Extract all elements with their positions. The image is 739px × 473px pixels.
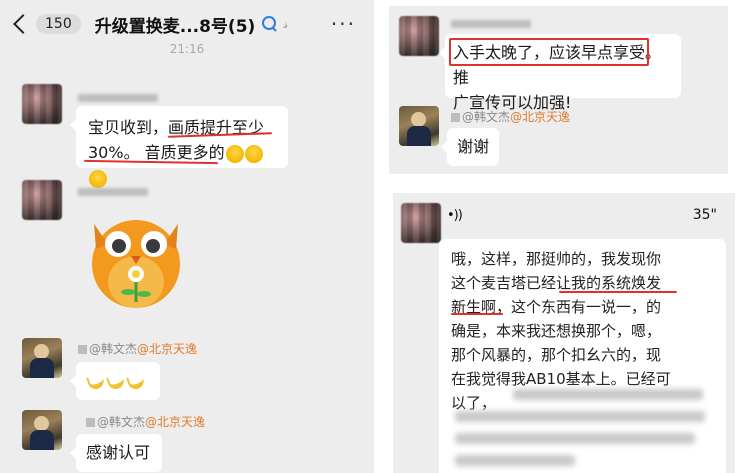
blurred-text (455, 411, 705, 422)
message-text: 感谢认可 (86, 443, 151, 462)
blurred-text (455, 455, 575, 466)
avatar[interactable] (401, 203, 441, 243)
sender-name: @韩文杰@北京天逸 (78, 340, 197, 357)
avatar[interactable] (22, 84, 62, 124)
sender-name: @韩文杰@北京天逸 (451, 108, 570, 125)
grin-emoji-icon (244, 144, 263, 163)
avatar[interactable] (399, 16, 439, 56)
chat-panel-top-right: 入手太晚了，应该早点享受。推 广宣传可以加强! @韩文杰@北京天逸 谢谢 (389, 6, 728, 174)
message-text: 推 (453, 68, 470, 87)
grin-emoji-icon (225, 144, 244, 163)
message-bubble[interactable]: 感谢认可 (70, 434, 162, 472)
more-options-button[interactable]: ··· (331, 12, 356, 36)
group-tag-icon (262, 16, 278, 32)
transcript-line: 哦，这样，那挺帅的，我发现你 (451, 250, 662, 268)
chat-panel-bottom-right: •)) 35" 哦，这样，那挺帅的，我发现你 这个麦吉塔已经让我的系统焕发 新生… (393, 193, 735, 473)
voice-duration: 35" (692, 207, 717, 223)
transcript-line: 新生啊，这个东西有一说一，的 (451, 298, 662, 316)
transcript-line: 那个风暴的，那个扣幺六的，现 (451, 346, 662, 364)
message-bubble[interactable] (70, 362, 160, 400)
red-underline (559, 291, 677, 293)
voice-message-bar[interactable]: •)) 35" (447, 207, 717, 223)
avatar[interactable] (22, 180, 62, 220)
red-highlight-box (449, 38, 649, 66)
banana-emoji-icon (106, 372, 126, 392)
grin-emoji-icon (89, 169, 107, 188)
avatar[interactable] (22, 338, 62, 378)
chat-header: 150 升级置换麦...8号(5) 𝓈 ··· (0, 0, 374, 48)
sender-name-blurred (451, 20, 531, 28)
banana-emoji-icon (86, 372, 106, 392)
transcript-line: 确是，本来我还想换那个，嗯， (451, 322, 662, 340)
message-text: 宝贝收到， (88, 118, 169, 137)
blurred-text (455, 433, 695, 444)
blurred-text (513, 389, 703, 400)
sender-name: @韩文杰@北京天逸 (86, 413, 205, 430)
message-text: 30%。 音质更多的 (88, 143, 225, 162)
mute-ear-icon: 𝓈 (283, 16, 289, 32)
unread-count-badge[interactable]: 150 (36, 14, 81, 34)
sender-name-blurred (78, 188, 148, 196)
message-text: 谢谢 (457, 137, 490, 156)
avatar[interactable] (399, 106, 439, 146)
timestamp: 21:16 (169, 42, 205, 56)
sender-name-blurred (78, 94, 158, 102)
chat-title: 升级置换麦...8号(5) (94, 16, 256, 37)
back-chevron-icon[interactable] (13, 14, 33, 34)
chat-panel-left: 150 升级置换麦...8号(5) 𝓈 ··· 21:16 宝贝收到，画质提升至… (0, 0, 374, 473)
voice-wave-icon: •)) (447, 207, 463, 223)
transcript-line: 在我觉得我AB10基本上。已经可 (451, 370, 671, 388)
message-bubble[interactable]: 谢谢 (441, 128, 499, 166)
red-underline (451, 313, 503, 315)
banana-emoji-icon (126, 372, 146, 392)
owl-sticker[interactable] (86, 204, 186, 314)
avatar[interactable] (22, 410, 62, 450)
